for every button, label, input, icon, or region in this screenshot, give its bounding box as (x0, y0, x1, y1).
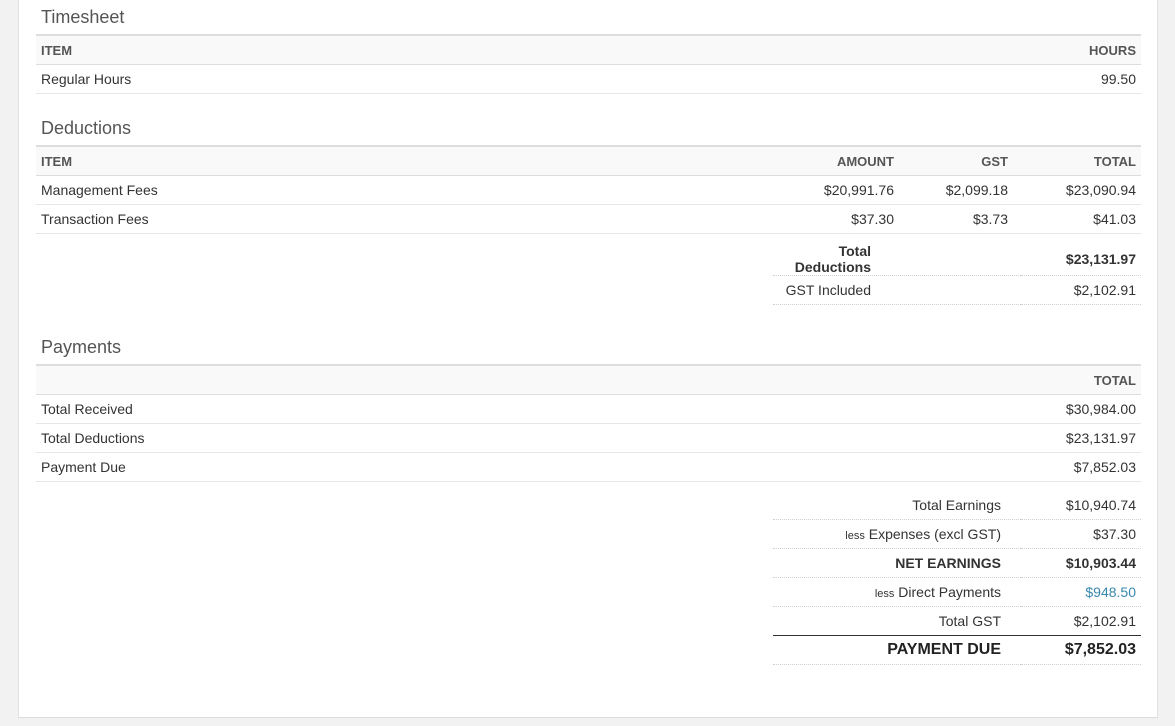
payments-table: TOTAL Total Received $30,984.00 Total De… (36, 364, 1141, 482)
expenses-label-text: Expenses (excl GST) (868, 526, 1001, 542)
direct-payments-label-text: Direct Payments (898, 584, 1001, 600)
net-earnings-value: $10,903.44 (1021, 548, 1141, 578)
col-hours: HOURS (740, 34, 1141, 65)
statement-card: Timesheet ITEM HOURS Regular Hours 99.50… (18, 0, 1158, 718)
row-total: $41.03 (1013, 204, 1141, 234)
row-total: $23,090.94 (1013, 175, 1141, 205)
payments-title: Payments (41, 337, 122, 357)
payment-due-label: PAYMENT DUE (773, 635, 1021, 665)
deductions-section: Deductions ITEM AMOUNT GST TOTAL Managem… (36, 111, 1141, 234)
total-gst-label: Total GST (938, 613, 1001, 629)
table-row: Total Received $30,984.00 (36, 394, 1141, 424)
timesheet-title: Timesheet (41, 7, 125, 27)
row-gst: $2,099.18 (899, 175, 1013, 205)
table-row: Management Fees $20,991.76 $2,099.18 $23… (36, 175, 1141, 205)
col-gst: GST (899, 145, 1013, 176)
timesheet-table: ITEM HOURS Regular Hours 99.50 (36, 34, 1141, 94)
total-gst-value: $2,102.91 (1073, 613, 1136, 629)
col-item: ITEM (36, 34, 741, 65)
col-total: TOTAL (1013, 364, 1141, 395)
total-deductions-value: $23,131.97 (1021, 243, 1141, 276)
row-item: Management Fees (36, 175, 779, 205)
row-item: Regular Hours (36, 64, 741, 94)
col-item: ITEM (36, 145, 779, 176)
row-item: Payment Due (36, 452, 1013, 482)
table-row: Payment Due $7,852.03 (36, 452, 1141, 482)
net-earnings-label: NET EARNINGS (773, 548, 1021, 578)
total-earnings-label: Total Earnings (773, 491, 1021, 520)
timesheet-section: Timesheet ITEM HOURS Regular Hours 99.50 (36, 0, 1141, 94)
gst-included-label: GST Included (773, 275, 1021, 305)
less-prefix: less (874, 588, 895, 600)
less-prefix: less (845, 530, 865, 542)
expenses-label: less Expenses (excl GST) (773, 519, 1021, 549)
row-total: $23,131.97 (1013, 423, 1141, 453)
row-item: Total Received (36, 394, 1013, 424)
total-deductions-label: Total Deductions (773, 243, 1021, 276)
col-amount: AMOUNT (779, 145, 899, 176)
table-row: Transaction Fees $37.30 $3.73 $41.03 (36, 204, 1141, 234)
deductions-title: Deductions (41, 118, 132, 138)
row-gst: $3.73 (899, 204, 1013, 234)
row-item: Total Deductions (36, 423, 1013, 453)
total-earnings-value: $10,940.74 (1021, 491, 1141, 520)
table-row: Regular Hours 99.50 (36, 64, 1141, 94)
row-item: Transaction Fees (36, 204, 779, 234)
expenses-value: $37.30 (1021, 519, 1141, 549)
direct-payments-link[interactable]: $948.50 (1021, 577, 1141, 607)
row-total: $30,984.00 (1013, 394, 1141, 424)
payments-summary: Total Earnings $10,940.74 less Expenses … (773, 491, 1141, 665)
table-row: Total Deductions $23,131.97 (36, 423, 1141, 453)
row-hours: 99.50 (740, 64, 1141, 94)
payments-section: Payments TOTAL Total Received $30,984.00… (36, 330, 1141, 482)
payment-due-value: $7,852.03 (1021, 635, 1141, 665)
row-total: $7,852.03 (1013, 452, 1141, 482)
direct-payments-value[interactable]: $948.50 (1085, 584, 1136, 600)
row-amount: $20,991.76 (779, 175, 899, 205)
gst-included-value: $2,102.91 (1021, 275, 1141, 305)
row-amount: $37.30 (779, 204, 899, 234)
col-total: TOTAL (1013, 145, 1141, 176)
col-item (36, 364, 1013, 395)
deductions-table: ITEM AMOUNT GST TOTAL Management Fees $2… (36, 145, 1141, 234)
deductions-summary: Total Deductions $23,131.97 GST Included… (773, 243, 1141, 305)
direct-payments-label: less Direct Payments (773, 577, 1021, 607)
